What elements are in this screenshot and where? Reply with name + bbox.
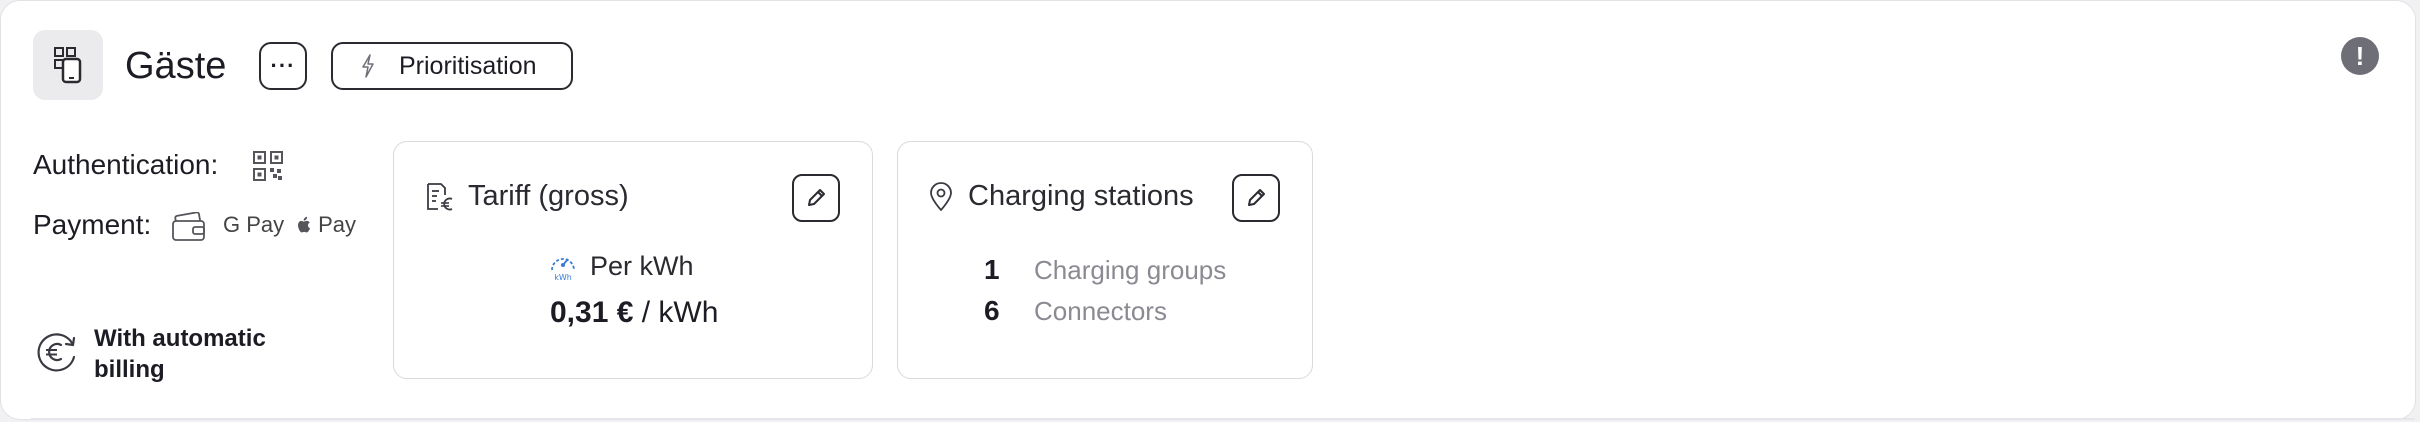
charging-stations-card: Charging stations 1 Charging groups 6 Co… [897,141,1313,379]
lightning-icon [362,54,374,78]
invoice-euro-icon [427,182,453,210]
page-title: Gäste [125,45,227,87]
pencil-icon [1248,189,1265,206]
edit-tariff-button[interactable] [792,174,840,222]
stat-count: 6 [984,295,1000,326]
svg-text:kWh: kWh [554,273,572,282]
alert-icon[interactable]: ! [2341,37,2379,75]
payment-label: Payment: [33,209,152,240]
auto-billing-icon [37,333,76,372]
stat-row-connectors: 6 Connectors [984,295,1167,327]
automatic-billing-label: With automatic billing [94,325,266,383]
stations-title: Charging stations [968,180,1194,212]
apple-pay-label: Pay [318,212,357,237]
divider [31,418,2415,420]
card-wallet-icon [172,212,205,241]
apple-icon [298,216,310,233]
tariff-card: Tariff (gross) kWh Per kWh 0,31 € / kWh [393,141,873,379]
meter-kwh-icon: kWh [551,258,575,282]
stat-label: Charging groups [1034,254,1227,285]
location-pin-icon [930,181,952,211]
tariff-mode: kWh Per kWh [548,250,694,282]
prioritisation-label: Prioritisation [399,51,537,80]
google-pay-badge: G Pay [223,212,285,237]
stations-header: Charging stations [928,180,1194,213]
tariff-price: 0,31 € / kWh [550,296,718,330]
group-logo [33,30,103,100]
tariff-price-unit: / kWh [641,296,719,329]
tariff-mode-label: Per kWh [590,250,694,281]
more-options-button[interactable]: ··· [259,42,307,90]
group-card: Gäste ··· Prioritisation ! Authenticatio… [0,0,2416,420]
qr-code-icon [253,151,283,181]
authentication-label: Authentication: [33,149,219,180]
device-qr-icon [54,47,82,84]
stat-label: Connectors [1034,295,1167,326]
prioritisation-button[interactable]: Prioritisation [331,42,573,90]
stat-count: 1 [984,254,1000,285]
pencil-icon [808,189,825,206]
apple-pay-badge: Pay [297,212,356,238]
tariff-header: Tariff (gross) [424,180,629,213]
edit-stations-button[interactable] [1232,174,1280,222]
tariff-price-value: 0,31 € [550,296,634,329]
stat-row-charging-groups: 1 Charging groups [984,254,1226,286]
tariff-title: Tariff (gross) [468,180,629,212]
